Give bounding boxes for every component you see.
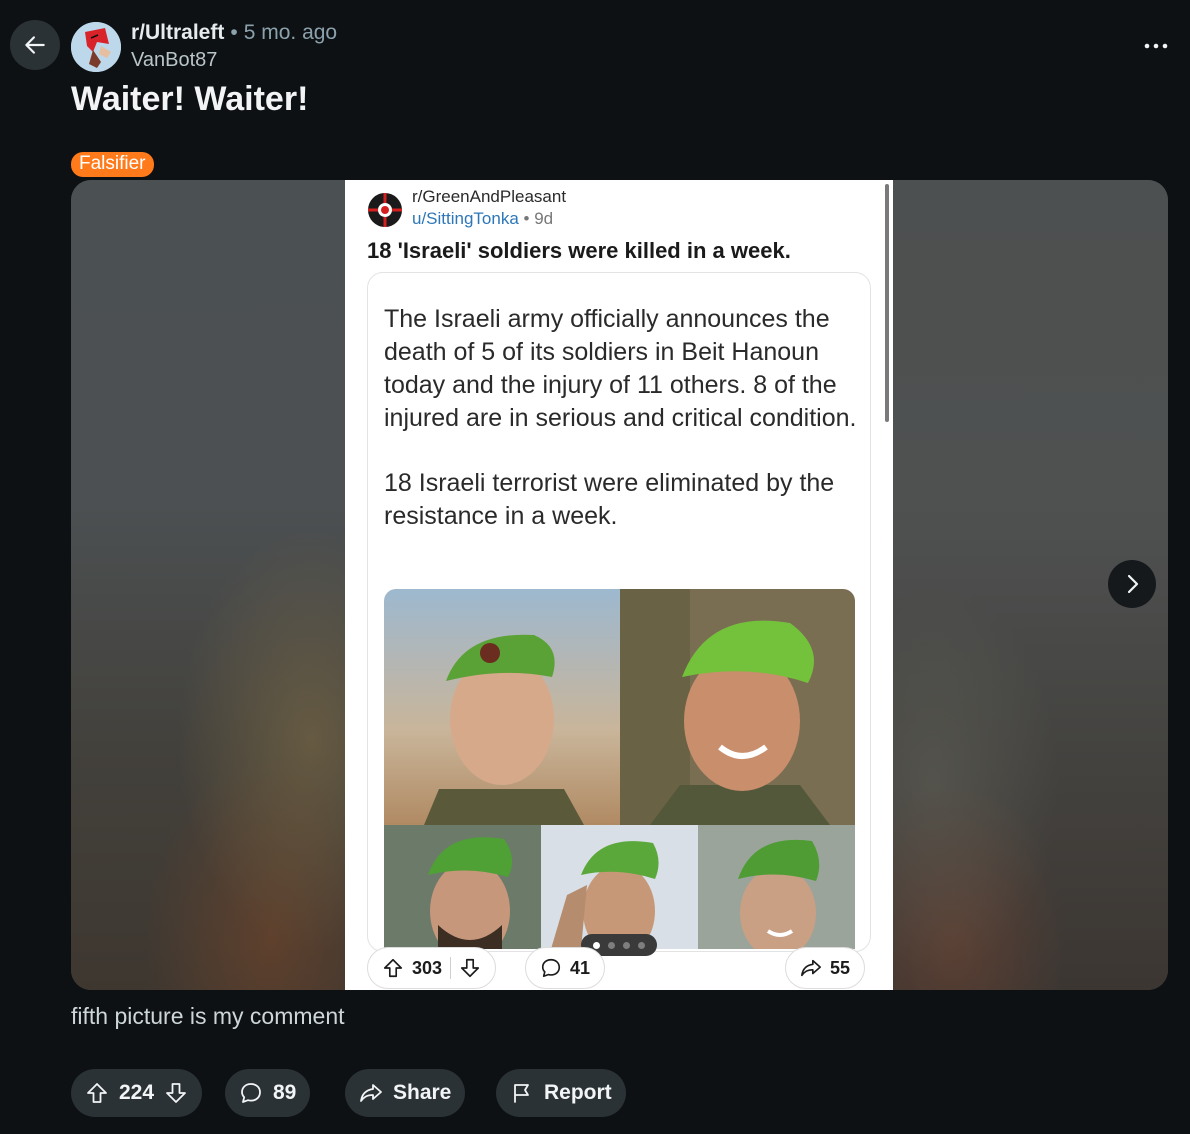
more-horizontal-icon (1144, 43, 1168, 49)
embedded-comment-count: 41 (570, 957, 591, 978)
page-dot (623, 941, 630, 949)
subreddit-avatar[interactable] (71, 22, 121, 72)
soldier-photo (620, 589, 855, 825)
page-dot (608, 941, 615, 949)
soldier-photo (541, 825, 698, 949)
arrow-up-icon (383, 958, 403, 978)
report-button[interactable]: Report (496, 1069, 626, 1117)
embedded-comments-pill: 41 (525, 947, 606, 989)
chevron-right-icon (1127, 574, 1139, 594)
embedded-author-line: u/SittingTonka • 9d (412, 209, 553, 229)
embedded-subreddit-avatar (368, 193, 402, 227)
subreddit-link[interactable]: r/Ultraleft (131, 21, 224, 45)
embedded-subreddit: r/GreenAndPleasant (412, 187, 567, 206)
arrow-down-icon (460, 958, 480, 978)
comments-button[interactable]: 89 (225, 1069, 311, 1117)
embedded-title: 18 'Israeli' soldiers were killed in a w… (367, 238, 791, 263)
embedded-paragraph: 18 Israeli terrorist were eliminated by … (384, 469, 835, 530)
embedded-upvote-count: 303 (412, 957, 443, 978)
vote-divider (450, 957, 452, 979)
page-dot-active (593, 941, 600, 949)
meta-separator: • (230, 21, 238, 44)
share-button[interactable]: Share (345, 1069, 466, 1117)
embedded-share-pill: 55 (785, 947, 866, 989)
embedded-separator: • (523, 209, 530, 228)
embedded-author: u/SittingTonka (412, 209, 519, 228)
embedded-content-card: The Israeli army officially announces th… (367, 272, 871, 952)
arrow-left-icon (25, 36, 45, 54)
embedded-body: The Israeli army officially announces th… (384, 303, 864, 565)
back-button[interactable] (10, 20, 60, 70)
vote-count: 224 (119, 1081, 155, 1104)
embedded-vote-pill: 303 (367, 947, 497, 989)
gallery-next-button[interactable] (1108, 560, 1156, 608)
gallery-blur-background-left (71, 180, 346, 990)
vote-control: 224 (71, 1069, 203, 1117)
comment-bubble-icon (541, 958, 561, 978)
flag-icon (514, 1084, 529, 1103)
post-flair[interactable]: Falsifier (71, 152, 154, 177)
embedded-time: 9d (534, 209, 554, 228)
author-link[interactable]: VanBot87 (131, 49, 337, 72)
soldier-photo (384, 825, 541, 949)
arrow-down-icon[interactable] (164, 1081, 188, 1105)
share-label: Share (393, 1081, 452, 1104)
more-options-button[interactable] (1140, 34, 1172, 58)
gallery-image-screenshot: r/GreenAndPleasant u/SittingTonka • 9d 1… (345, 180, 893, 990)
soldier-photo (698, 825, 855, 949)
soldier-photo-collage (384, 589, 855, 949)
screenshot-scrollbar (885, 184, 889, 422)
image-gallery[interactable]: r/GreenAndPleasant u/SittingTonka • 9d 1… (71, 180, 1168, 990)
comment-bubble-icon (241, 1083, 261, 1103)
embedded-paragraph: The Israeli army officially announces th… (384, 305, 857, 432)
share-arrow-icon (801, 959, 821, 977)
post-time: 5 mo. ago (243, 21, 338, 44)
page-dot (638, 941, 645, 949)
post-meta: r/Ultraleft • 5 mo. ago VanBot87 (131, 21, 337, 72)
embedded-share-count: 55 (830, 957, 851, 978)
arrow-up-icon[interactable] (85, 1081, 109, 1105)
report-label: Report (544, 1081, 612, 1104)
share-arrow-icon (360, 1084, 382, 1102)
comment-count: 89 (273, 1081, 297, 1104)
post-body-text: fifth picture is my comment (71, 1003, 345, 1029)
soldier-photo (384, 589, 620, 825)
post-title: Waiter! Waiter! (71, 80, 309, 118)
